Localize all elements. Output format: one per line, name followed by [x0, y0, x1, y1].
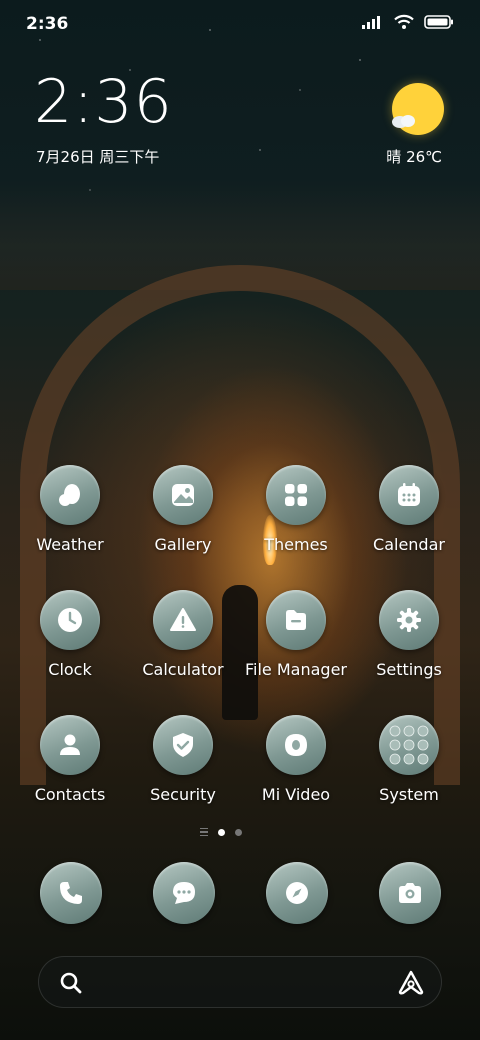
- app-label: Calendar: [373, 535, 445, 554]
- app-label: Security: [150, 785, 216, 804]
- security-icon: [153, 715, 213, 775]
- app-contacts[interactable]: Contacts: [15, 715, 125, 815]
- status-bar: 2:36: [0, 0, 480, 50]
- page-indicator[interactable]: [200, 828, 242, 836]
- clock-widget-date: 7月26日 周三下午: [36, 148, 160, 166]
- app-label: Calculator: [142, 660, 224, 679]
- battery-icon: [424, 15, 453, 29]
- app-label: Clock: [48, 660, 92, 679]
- page-list-icon: [200, 828, 208, 836]
- status-icons: [362, 14, 454, 30]
- app-calendar[interactable]: Calendar: [354, 465, 464, 565]
- app-security[interactable]: Security: [128, 715, 238, 815]
- weather-text: 晴 26℃: [386, 148, 442, 166]
- app-label: Contacts: [34, 785, 106, 804]
- app-gallery[interactable]: Gallery: [128, 465, 238, 565]
- app-settings[interactable]: Settings: [354, 590, 464, 690]
- app-label: File Manager: [245, 660, 347, 679]
- app-file-manager[interactable]: File Manager: [241, 590, 351, 690]
- search-bar[interactable]: [38, 956, 442, 1008]
- search-icon[interactable]: [59, 971, 83, 995]
- status-time: 2:36: [26, 14, 69, 34]
- system-folder-icon: [379, 715, 439, 775]
- app-label: Mi Video: [261, 785, 331, 804]
- app-label: Settings: [376, 660, 442, 679]
- phone-icon: [60, 882, 82, 904]
- clock-icon: [40, 590, 100, 650]
- wifi-icon: [394, 14, 414, 29]
- app-label: Weather: [36, 535, 104, 554]
- mi-video-icon: [266, 715, 326, 775]
- gallery-icon: [153, 465, 213, 525]
- themes-icon: [266, 465, 326, 525]
- app-calculator[interactable]: Calculator: [128, 590, 238, 690]
- settings-icon: [379, 590, 439, 650]
- app-clock[interactable]: Clock: [15, 590, 125, 690]
- contacts-icon: [40, 715, 100, 775]
- dock-browser[interactable]: [266, 862, 328, 924]
- calculator-icon: [153, 590, 213, 650]
- assistant-icon[interactable]: [397, 969, 425, 997]
- dock-phone[interactable]: [40, 862, 102, 924]
- signal-icon: [362, 16, 380, 29]
- app-system-folder[interactable]: System: [354, 715, 464, 815]
- messages-icon: [173, 882, 195, 904]
- camera-icon: [399, 883, 421, 903]
- app-mi-video[interactable]: Mi Video: [241, 715, 351, 815]
- dock-messages[interactable]: [153, 862, 215, 924]
- clock-widget-time[interactable]: 2:36: [34, 72, 173, 132]
- weather-icon: [40, 465, 100, 525]
- app-label: Themes: [264, 535, 328, 554]
- calendar-icon: [379, 465, 439, 525]
- page-dot: [235, 828, 242, 836]
- cloud-icon: [392, 115, 415, 128]
- app-weather[interactable]: Weather: [15, 465, 125, 565]
- app-label: Gallery: [154, 535, 212, 554]
- file-manager-icon: [266, 590, 326, 650]
- browser-icon: [286, 882, 308, 904]
- app-themes[interactable]: Themes: [241, 465, 351, 565]
- app-label: System: [379, 785, 439, 804]
- page-dot-active: [218, 828, 225, 836]
- dock-camera[interactable]: [379, 862, 441, 924]
